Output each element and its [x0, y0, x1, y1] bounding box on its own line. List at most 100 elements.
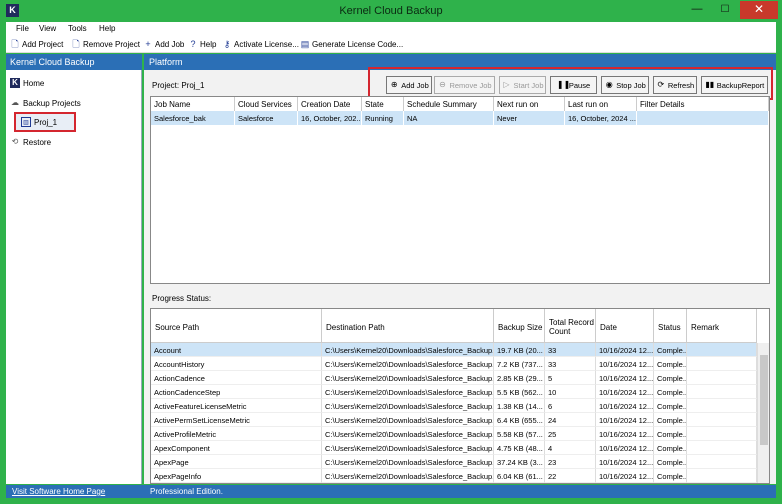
- menu-bar: File View Tools Help: [6, 22, 776, 36]
- column-header[interactable]: State: [362, 97, 404, 111]
- table-row[interactable]: ActionCadence C:\Users\Kernel20\Downloads…: [151, 371, 757, 385]
- menu-tools[interactable]: Tools: [68, 24, 87, 33]
- table-cell: Comple...: [654, 385, 687, 399]
- sidebar-item-proj-1[interactable]: ▥ Proj_1: [14, 112, 76, 132]
- remove-project-icon: 🗋: [72, 39, 80, 49]
- table-row[interactable]: ActiveFeatureLicenseMetric C:\Users\Kerne…: [151, 399, 757, 413]
- remove-project-label: Remove Project: [83, 39, 140, 49]
- table-cell: 10/16/2024 12...: [596, 385, 654, 399]
- backup-report-label: BackupReport: [716, 80, 765, 90]
- column-header[interactable]: Destination Path: [322, 309, 494, 343]
- menu-view[interactable]: View: [39, 24, 56, 33]
- column-header[interactable]: Source Path: [151, 309, 322, 343]
- column-header[interactable]: Cloud Services: [235, 97, 298, 111]
- vertical-scrollbar[interactable]: [757, 343, 769, 483]
- column-header[interactable]: Date: [596, 309, 654, 343]
- pause-button[interactable]: ❚❚ Pause: [550, 76, 597, 94]
- table-row[interactable]: ActionCadenceStep C:\Users\Kernel20\Downl…: [151, 385, 757, 399]
- generate-license-button[interactable]: ▤ Generate License Code...: [300, 39, 403, 49]
- column-header[interactable]: Last run on: [565, 97, 637, 111]
- table-cell: 10/16/2024 12...: [596, 357, 654, 371]
- refresh-button[interactable]: ⟳ Refresh: [653, 76, 697, 94]
- table-cell: Comple...: [654, 441, 687, 455]
- table-cell: 22: [545, 469, 596, 483]
- progress-table: Source Path Destination Path Backup Size…: [150, 308, 770, 484]
- key-icon: ⚷: [223, 39, 231, 49]
- table-cell: [687, 399, 757, 413]
- column-header[interactable]: Job Name: [151, 97, 235, 111]
- sidebar-item-label: Restore: [23, 137, 52, 147]
- status-bar: Visit Software Home Page Professional Ed…: [6, 485, 776, 498]
- table-cell: 7.2 KB (737...: [494, 357, 545, 371]
- column-header[interactable]: Next run on: [494, 97, 565, 111]
- add-job-button[interactable]: ⊕ Add Job: [386, 76, 432, 94]
- column-header[interactable]: Total Record Count: [545, 309, 596, 343]
- table-cell: C:\Users\Kernel20\Downloads\Salesforce_B…: [322, 455, 494, 469]
- table-row[interactable]: ApexPageInfo C:\Users\Kernel20\Downloads\…: [151, 469, 757, 483]
- table-cell: Comple...: [654, 399, 687, 413]
- table-cell: Account: [151, 343, 322, 357]
- table-row[interactable]: ApexPage C:\Users\Kernel20\Downloads\Sale…: [151, 455, 757, 469]
- remove-project-button[interactable]: 🗋 Remove Project: [71, 39, 140, 49]
- activate-license-button[interactable]: ⚷ Activate License...: [222, 39, 299, 49]
- table-cell: 5: [545, 371, 596, 385]
- column-header[interactable]: Status: [654, 309, 687, 343]
- table-cell: [687, 427, 757, 441]
- play-icon: ▷: [503, 80, 510, 89]
- column-header[interactable]: Filter Details: [637, 97, 769, 111]
- sidebar-item-restore[interactable]: ⟲ Restore: [10, 137, 51, 147]
- start-job-button[interactable]: ▷ Start Job: [499, 76, 546, 94]
- table-cell: AccountHistory: [151, 357, 322, 371]
- backup-report-button[interactable]: ▮▮ BackupReport: [701, 76, 768, 94]
- table-row[interactable]: ActivePermSetLicenseMetric C:\Users\Kerne…: [151, 413, 757, 427]
- table-cell: 6: [545, 399, 596, 413]
- stop-job-button[interactable]: ◉ Stop Job: [601, 76, 649, 94]
- stop-job-label: Stop Job: [616, 80, 646, 90]
- column-header[interactable]: Creation Date: [298, 97, 362, 111]
- close-button[interactable]: ✕: [740, 1, 778, 19]
- table-row[interactable]: Account C:\Users\Kernel20\Downloads\Sales…: [151, 343, 757, 357]
- app-logo-icon: K: [10, 78, 20, 88]
- table-cell: 4.75 KB (48...: [494, 441, 545, 455]
- table-cell: Comple...: [654, 357, 687, 371]
- table-cell: ApexComponent: [151, 441, 322, 455]
- sidebar-item-backup-projects[interactable]: ☁ Backup Projects: [10, 98, 81, 108]
- table-cell: [687, 455, 757, 469]
- sidebar-item-home[interactable]: K Home: [10, 78, 44, 88]
- add-project-button[interactable]: 🗋 Add Project: [10, 39, 63, 49]
- table-row[interactable]: AccountHistory C:\Users\Kernel20\Download…: [151, 357, 757, 371]
- table-cell: C:\Users\Kernel20\Downloads\Salesforce_B…: [322, 441, 494, 455]
- add-job-toolbar-button[interactable]: + Add Job: [143, 39, 184, 49]
- column-header[interactable]: Backup Size: [494, 309, 545, 343]
- column-header[interactable]: Schedule Summary: [404, 97, 494, 111]
- sidebar-item-label: Proj_1: [34, 117, 58, 127]
- activate-license-label: Activate License...: [234, 39, 299, 49]
- table-cell: 33: [545, 357, 596, 371]
- table-cell: C:\Users\Kernel20\Downloads\Salesforce_B…: [322, 413, 494, 427]
- table-cell: [687, 413, 757, 427]
- table-row[interactable]: Salesforce_bak Salesforce 16, October, 2…: [151, 111, 769, 125]
- sidebar-item-label: Home: [23, 78, 45, 88]
- maximize-button[interactable]: ☐: [712, 2, 738, 18]
- edition-label: Professional Edition.: [150, 487, 223, 496]
- scrollbar-thumb[interactable]: [760, 355, 768, 445]
- license-code-icon: ▤: [300, 39, 310, 49]
- menu-help[interactable]: Help: [99, 24, 115, 33]
- remove-job-button[interactable]: ⊖ Remove Job: [434, 76, 495, 94]
- menu-file[interactable]: File: [16, 24, 29, 33]
- table-cell: C:\Users\Kernel20\Downloads\Salesforce_B…: [322, 385, 494, 399]
- table-row[interactable]: ActiveProfileMetric C:\Users\Kernel20\Dow…: [151, 427, 757, 441]
- table-row[interactable]: ApexComponent C:\Users\Kernel20\Downloads…: [151, 441, 757, 455]
- refresh-label: Refresh: [667, 80, 695, 90]
- refresh-icon: ⟳: [657, 80, 665, 89]
- minimize-button[interactable]: —: [684, 2, 710, 18]
- table-cell: 10/16/2024 12...: [596, 413, 654, 427]
- table-cell: 1.38 KB (14...: [494, 399, 545, 413]
- plus-icon: +: [145, 39, 151, 49]
- help-button[interactable]: ? Help: [188, 39, 216, 49]
- table-cell: Running: [362, 111, 404, 125]
- table-cell: Comple...: [654, 371, 687, 385]
- home-page-link[interactable]: Visit Software Home Page: [12, 487, 105, 496]
- jobs-table: Job Name Cloud Services Creation Date St…: [150, 96, 770, 284]
- column-header[interactable]: Remark: [687, 309, 757, 343]
